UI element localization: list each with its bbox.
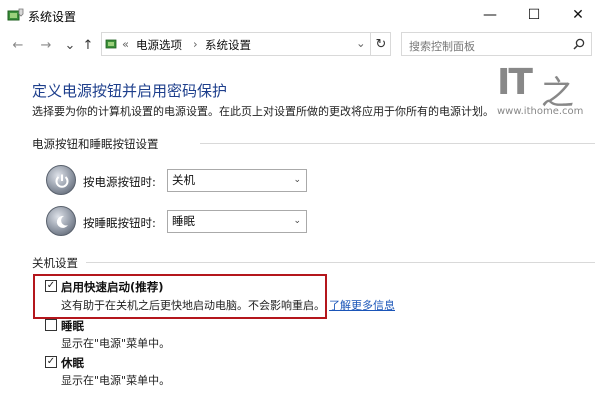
minimize-icon: — — [483, 7, 497, 23]
window-title: 系统设置 — [28, 10, 77, 24]
hibernate-label[interactable]: 休眠 — [61, 355, 84, 371]
power-button-selected-value: 关机 — [172, 173, 195, 187]
ithome-watermark-url: www.ithome.com — [497, 106, 584, 117]
search-icon[interactable] — [573, 38, 585, 50]
breadcrumb-power-options[interactable]: 电源选项 — [136, 37, 182, 53]
up-arrow-icon: ↑ — [82, 37, 94, 53]
title-bar: 系统设置 — ☐ ✕ — [0, 0, 600, 30]
control-panel-icon — [7, 8, 24, 21]
fast-startup-description: 这有助于在关机之后更快地启动电脑。不会影响重启。 — [61, 299, 325, 312]
sleep-checkbox[interactable] — [45, 319, 57, 331]
learn-more-link[interactable]: 了解更多信息 — [329, 297, 395, 313]
power-button-action-select[interactable]: 关机 ⌄ — [167, 169, 307, 192]
control-panel-small-icon — [105, 39, 117, 49]
close-button[interactable]: ✕ — [556, 0, 600, 30]
breadcrumb-system-settings[interactable]: 系统设置 — [205, 37, 251, 53]
back-button[interactable]: ← — [10, 36, 26, 54]
section-divider — [86, 262, 595, 263]
section-divider — [200, 143, 595, 144]
ithome-logo-it: IT — [497, 62, 533, 103]
page-description: 选择要为你的计算机设置的电源设置。在此页上对设置所做的更改将应用于你所有的电源计… — [32, 105, 494, 118]
shutdown-settings-heading: 关机设置 — [32, 256, 78, 270]
sleep-button-action-select[interactable]: 睡眠 ⌄ — [167, 210, 307, 233]
chevron-down-icon: ⌄ — [293, 216, 301, 226]
fast-startup-checkbox[interactable]: ✓ — [45, 280, 57, 292]
power-button-label: 按电源按钮时: — [83, 175, 156, 189]
maximize-button[interactable]: ☐ — [512, 0, 556, 30]
refresh-button[interactable]: ↻ — [370, 33, 391, 55]
up-button[interactable]: ↑ — [80, 36, 96, 54]
power-button-icon — [46, 165, 76, 195]
refresh-icon: ↻ — [375, 36, 387, 52]
page-title: 定义电源按钮并启用密码保护 — [32, 82, 228, 100]
recent-locations-button[interactable]: ⌄ — [62, 36, 78, 54]
hibernate-description: 显示在"电源"菜单中。 — [61, 374, 171, 387]
fast-startup-label[interactable]: 启用快速启动(推荐) — [61, 279, 164, 295]
sleep-label[interactable]: 睡眠 — [61, 318, 84, 334]
back-arrow-icon: ← — [12, 37, 24, 53]
close-icon: ✕ — [572, 7, 584, 23]
chevron-down-icon: ⌄ — [64, 37, 76, 53]
sleep-button-label: 按睡眠按钮时: — [83, 216, 156, 230]
hibernate-checkbox[interactable]: ✓ — [45, 356, 57, 368]
power-buttons-heading: 电源按钮和睡眠按钮设置 — [32, 137, 159, 151]
maximize-icon: ☐ — [527, 7, 541, 23]
forward-button[interactable]: → — [38, 36, 54, 54]
breadcrumb-separator: › — [193, 37, 198, 51]
sleep-description: 显示在"电源"菜单中。 — [61, 337, 171, 350]
forward-arrow-icon: → — [40, 37, 52, 53]
address-dropdown-icon[interactable]: ⌄ — [356, 36, 366, 50]
search-placeholder[interactable]: 搜索控制面板 — [409, 38, 475, 54]
chevron-down-icon: ⌄ — [293, 175, 301, 185]
breadcrumb-overflow[interactable]: « — [122, 37, 129, 51]
sleep-button-selected-value: 睡眠 — [172, 214, 195, 228]
sleep-button-icon — [46, 206, 76, 236]
minimize-button[interactable]: — — [468, 0, 512, 30]
